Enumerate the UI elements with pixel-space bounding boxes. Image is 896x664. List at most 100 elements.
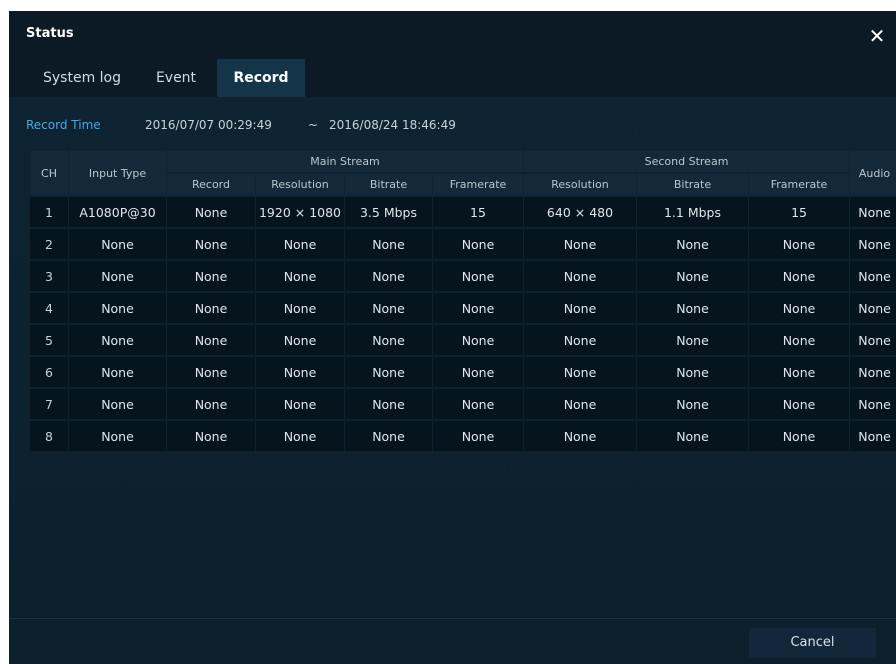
cell-input-type: None bbox=[69, 325, 166, 355]
cell-input-type: None bbox=[69, 357, 166, 387]
cell-second-bitrate: None bbox=[637, 421, 748, 451]
cell-second-framerate: None bbox=[749, 229, 850, 259]
header-main-record: Record bbox=[167, 174, 255, 195]
cancel-button[interactable]: Cancel bbox=[749, 628, 876, 658]
cell-second-framerate: 15 bbox=[749, 197, 850, 227]
cell-main-bitrate: None bbox=[345, 357, 432, 387]
cell-main-framerate: None bbox=[433, 389, 523, 419]
status-dialog: Status ✕ System log Event Record Record … bbox=[9, 11, 896, 664]
cell-main-resolution: None bbox=[256, 421, 344, 451]
table-row: 4 None None None None None None None None None bbox=[30, 293, 896, 323]
table-row: 8 None None None None None None None None None bbox=[30, 421, 896, 451]
tab-bar bbox=[9, 59, 896, 97]
cell-second-resolution: None bbox=[524, 357, 636, 387]
cell-main-bitrate: None bbox=[345, 261, 432, 291]
tab-system-log[interactable]: System log bbox=[28, 59, 136, 97]
header-main-framerate: Framerate bbox=[433, 174, 523, 195]
cell-audio: None bbox=[850, 357, 896, 387]
cell-audio: None bbox=[850, 293, 896, 323]
header-second-resolution: Resolution bbox=[524, 174, 636, 195]
cell-ch: 1 bbox=[30, 197, 68, 227]
cell-audio: None bbox=[850, 229, 896, 259]
cell-main-record: None bbox=[167, 229, 255, 259]
header-second-framerate: Framerate bbox=[749, 174, 850, 195]
cell-main-record: None bbox=[167, 421, 255, 451]
tab-event[interactable]: Event bbox=[146, 59, 206, 97]
cell-input-type: None bbox=[69, 389, 166, 419]
tab-record[interactable]: Record bbox=[217, 59, 305, 97]
cell-audio: None bbox=[850, 389, 896, 419]
cell-second-resolution: 640 × 480 bbox=[524, 197, 636, 227]
header-audio: Audio bbox=[850, 151, 896, 195]
header-main-bitrate: Bitrate bbox=[345, 174, 432, 195]
record-time-end: 2016/08/24 18:46:49 bbox=[329, 118, 456, 132]
cell-main-bitrate: None bbox=[345, 421, 432, 451]
cell-input-type: None bbox=[69, 421, 166, 451]
cell-main-resolution: None bbox=[256, 357, 344, 387]
cell-main-resolution: None bbox=[256, 229, 344, 259]
header-main-stream: Main Stream bbox=[167, 151, 523, 172]
table-row: 7 None None None None None None None None None bbox=[30, 389, 896, 419]
cell-second-framerate: None bbox=[749, 293, 850, 323]
cell-second-framerate: None bbox=[749, 261, 850, 291]
cell-main-record: None bbox=[167, 389, 255, 419]
cell-main-framerate: None bbox=[433, 229, 523, 259]
table-row: 3 None None None None None None None None None bbox=[30, 261, 896, 291]
cell-ch: 7 bbox=[30, 389, 68, 419]
cell-second-framerate: None bbox=[749, 325, 850, 355]
cell-main-resolution: None bbox=[256, 293, 344, 323]
cell-second-resolution: None bbox=[524, 389, 636, 419]
header-second-stream: Second Stream bbox=[524, 151, 850, 172]
record-time-start: 2016/07/07 00:29:49 bbox=[145, 118, 272, 132]
cell-second-framerate: None bbox=[749, 421, 850, 451]
table-row: 1 A1080P@30 None 1920 × 1080 3.5 Mbps 15 640 ×… bbox=[30, 197, 896, 227]
cell-second-bitrate: None bbox=[637, 261, 748, 291]
cell-main-resolution: None bbox=[256, 389, 344, 419]
table-row: 2 None None None None None None None None None bbox=[30, 229, 896, 259]
cell-ch: 5 bbox=[30, 325, 68, 355]
cell-ch: 4 bbox=[30, 293, 68, 323]
cell-second-bitrate: 1.1 Mbps bbox=[637, 197, 748, 227]
cell-main-bitrate: 3.5 Mbps bbox=[345, 197, 432, 227]
header-second-bitrate: Bitrate bbox=[637, 174, 748, 195]
close-icon[interactable]: ✕ bbox=[865, 24, 889, 48]
cell-main-bitrate: None bbox=[345, 229, 432, 259]
cell-main-record: None bbox=[167, 261, 255, 291]
cell-main-framerate: None bbox=[433, 421, 523, 451]
cell-main-framerate: None bbox=[433, 293, 523, 323]
cell-second-resolution: None bbox=[524, 325, 636, 355]
cell-audio: None bbox=[850, 261, 896, 291]
cell-main-bitrate: None bbox=[345, 389, 432, 419]
cell-second-resolution: None bbox=[524, 293, 636, 323]
cell-ch: 2 bbox=[30, 229, 68, 259]
cell-main-resolution: 1920 × 1080 bbox=[256, 197, 344, 227]
cell-input-type: None bbox=[69, 293, 166, 323]
record-status-table: CH Input Type Main Stream Second Stream … bbox=[29, 149, 896, 453]
cell-second-bitrate: None bbox=[637, 325, 748, 355]
record-time-separator: ~ bbox=[308, 118, 319, 132]
cell-main-record: None bbox=[167, 325, 255, 355]
cell-main-framerate: None bbox=[433, 325, 523, 355]
dialog-title: Status bbox=[26, 26, 74, 41]
cell-main-bitrate: None bbox=[345, 325, 432, 355]
cell-second-bitrate: None bbox=[637, 389, 748, 419]
table-row: 6 None None None None None None None None None bbox=[30, 357, 896, 387]
header-ch: CH bbox=[30, 151, 68, 195]
cell-main-resolution: None bbox=[256, 325, 344, 355]
cell-second-resolution: None bbox=[524, 261, 636, 291]
cell-main-record: None bbox=[167, 293, 255, 323]
cell-second-bitrate: None bbox=[637, 293, 748, 323]
header-main-resolution: Resolution bbox=[256, 174, 344, 195]
cell-audio: None bbox=[850, 325, 896, 355]
cell-second-resolution: None bbox=[524, 421, 636, 451]
cell-second-bitrate: None bbox=[637, 229, 748, 259]
cell-main-record: None bbox=[167, 357, 255, 387]
header-input-type: Input Type bbox=[69, 151, 166, 195]
cell-main-framerate: None bbox=[433, 261, 523, 291]
cell-main-bitrate: None bbox=[345, 293, 432, 323]
cell-audio: None bbox=[850, 197, 896, 227]
cell-main-framerate: None bbox=[433, 357, 523, 387]
cell-ch: 6 bbox=[30, 357, 68, 387]
cell-input-type: None bbox=[69, 229, 166, 259]
cell-second-framerate: None bbox=[749, 357, 850, 387]
